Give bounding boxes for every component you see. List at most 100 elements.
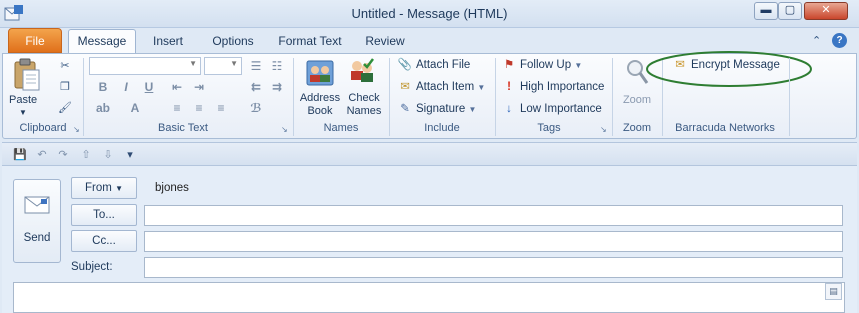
tab-message[interactable]: Message (68, 29, 136, 55)
underline-button[interactable]: U (141, 79, 157, 95)
attach-item-button[interactable]: ✉ Attach Item ▼ (397, 77, 485, 97)
high-importance-label: High Importance (520, 81, 605, 93)
styles-icon[interactable]: ℬ (248, 100, 264, 116)
subject-field[interactable] (144, 257, 843, 278)
send-label: Send (23, 232, 51, 244)
high-importance-button[interactable]: ! High Importance (501, 77, 604, 97)
font-name-combo[interactable]: ▼ (89, 57, 201, 75)
group-label-names: Names (323, 122, 359, 134)
group-label-clipboard: Clipboard (19, 122, 67, 134)
undo-icon[interactable]: ↶ (34, 147, 50, 163)
group-separator (293, 58, 294, 136)
paste-icon[interactable] (13, 58, 41, 92)
indent-icon[interactable]: ⇉ (269, 79, 285, 95)
from-value: bjones (155, 182, 189, 194)
chevron-down-icon: ▼ (574, 61, 583, 70)
tab-file[interactable]: File (8, 28, 62, 53)
previous-item-icon[interactable]: ⇧ (78, 147, 94, 163)
paste-dropdown-icon[interactable]: ▼ (19, 108, 27, 117)
bold-button[interactable]: B (95, 79, 111, 95)
group-separator (789, 58, 790, 136)
align-center-icon[interactable]: ≡ (191, 100, 207, 116)
title-bar: Untitled - Message (HTML) ▬ ▢ ✕ (0, 0, 859, 28)
customize-toolbar-icon[interactable]: ▾ (122, 147, 138, 163)
send-button[interactable]: Send (13, 179, 61, 263)
signature-button[interactable]: ✎ Signature ▼ (397, 99, 476, 119)
group-label-basic-text: Basic Text (158, 122, 208, 134)
subject-label: Subject: (71, 261, 113, 273)
tab-review[interactable]: Review (358, 30, 412, 54)
save-icon[interactable]: 💾 (12, 147, 28, 163)
cc-button[interactable]: Cc... (71, 230, 137, 252)
check-names-icon[interactable] (347, 56, 377, 88)
cut-icon[interactable]: ✂ (57, 58, 73, 74)
highlight-icon[interactable]: ab (95, 100, 111, 116)
attach-file-button[interactable]: 📎 Attach File (397, 55, 471, 75)
outdent-icon[interactable]: ⇇ (248, 79, 264, 95)
address-book-button[interactable]: Address Book (296, 92, 344, 118)
zoom-button[interactable]: Zoom (615, 94, 659, 107)
low-importance-label: Low Importance (520, 103, 602, 115)
tab-format-text[interactable]: Format Text (272, 30, 348, 54)
group-separator (83, 58, 84, 136)
group-separator (612, 58, 613, 136)
format-painter-icon[interactable]: 🖌 (57, 100, 73, 116)
numbering-icon[interactable]: ☷ (269, 58, 285, 74)
redo-icon[interactable]: ↷ (55, 147, 71, 163)
maximize-button[interactable]: ▢ (778, 2, 802, 20)
paperclip-icon: 📎 (397, 59, 413, 71)
cc-field[interactable] (144, 231, 843, 252)
low-importance-button[interactable]: ↓ Low Importance (501, 99, 602, 119)
tags-dialog-launcher-icon[interactable]: ↘ (600, 125, 607, 134)
chevron-down-icon: ▼ (189, 59, 197, 68)
align-right-icon[interactable]: ≡ (213, 100, 229, 116)
copy-icon[interactable]: ❐ (57, 79, 73, 95)
chevron-down-icon: ▼ (230, 59, 238, 68)
follow-up-button[interactable]: ⚑ Follow Up ▼ (501, 55, 582, 75)
tab-insert[interactable]: Insert (142, 30, 194, 54)
font-size-combo[interactable]: ▼ (204, 57, 242, 75)
group-label-include: Include (424, 122, 460, 134)
attach-item-icon: ✉ (400, 81, 410, 93)
window-title: Untitled - Message (HTML) (351, 6, 508, 21)
follow-up-label: Follow Up (520, 59, 572, 71)
minimize-button[interactable]: ▬ (754, 2, 778, 20)
attach-item-label: Attach Item (416, 81, 475, 93)
chevron-down-icon: ▼ (115, 184, 123, 193)
italic-button[interactable]: I (118, 79, 134, 95)
exclamation-icon: ! (507, 81, 511, 93)
ribbon: Paste ▼ ✂ ❐ 🖌 Clipboard ↘ ▼ ▼ ☰ ☷ B I U … (2, 51, 857, 139)
bullets-icon[interactable]: ☰ (248, 58, 264, 74)
minimize-ribbon-icon[interactable]: ⌃ (812, 34, 826, 48)
next-item-icon[interactable]: ⇩ (100, 147, 116, 163)
flag-icon: ⚑ (503, 59, 515, 71)
ruler-toggle-icon[interactable]: ▤ (825, 283, 842, 300)
group-label-tags: Tags (537, 122, 561, 134)
quick-access-toolbar: 💾 ↶ ↷ ⇧ ⇩ ▾ (2, 142, 857, 166)
basic-text-dialog-launcher-icon[interactable]: ↘ (281, 125, 288, 134)
clipboard-dialog-launcher-icon[interactable]: ↘ (73, 125, 80, 134)
signature-icon: ✎ (400, 103, 410, 115)
compose-area: Send From ▼ bjones To... Cc... Subject: … (2, 166, 857, 313)
decrease-indent-icon[interactable]: ⇤ (169, 79, 185, 95)
paste-button[interactable]: Paste (9, 94, 37, 106)
from-button[interactable]: From ▼ (71, 177, 137, 199)
font-color-icon[interactable]: A (127, 100, 143, 116)
group-label-barracuda-networks: Barracuda Networks (675, 122, 775, 134)
close-button[interactable]: ✕ (804, 2, 848, 20)
chevron-down-icon: ▼ (468, 105, 477, 114)
increase-indent-icon[interactable]: ⇥ (191, 79, 207, 95)
group-separator (495, 58, 496, 136)
message-body[interactable] (13, 282, 845, 313)
down-arrow-icon: ↓ (506, 103, 512, 115)
to-button[interactable]: To... (71, 204, 137, 226)
help-icon[interactable]: ? (832, 33, 847, 48)
tab-options[interactable]: Options (202, 30, 264, 54)
group-separator (389, 58, 390, 136)
group-label-zoom: Zoom (622, 122, 652, 134)
check-names-button[interactable]: Check Names (344, 92, 384, 118)
to-field[interactable] (144, 205, 843, 226)
align-left-icon[interactable]: ≡ (169, 100, 185, 116)
address-book-icon[interactable] (305, 58, 335, 88)
signature-label: Signature (416, 103, 466, 115)
